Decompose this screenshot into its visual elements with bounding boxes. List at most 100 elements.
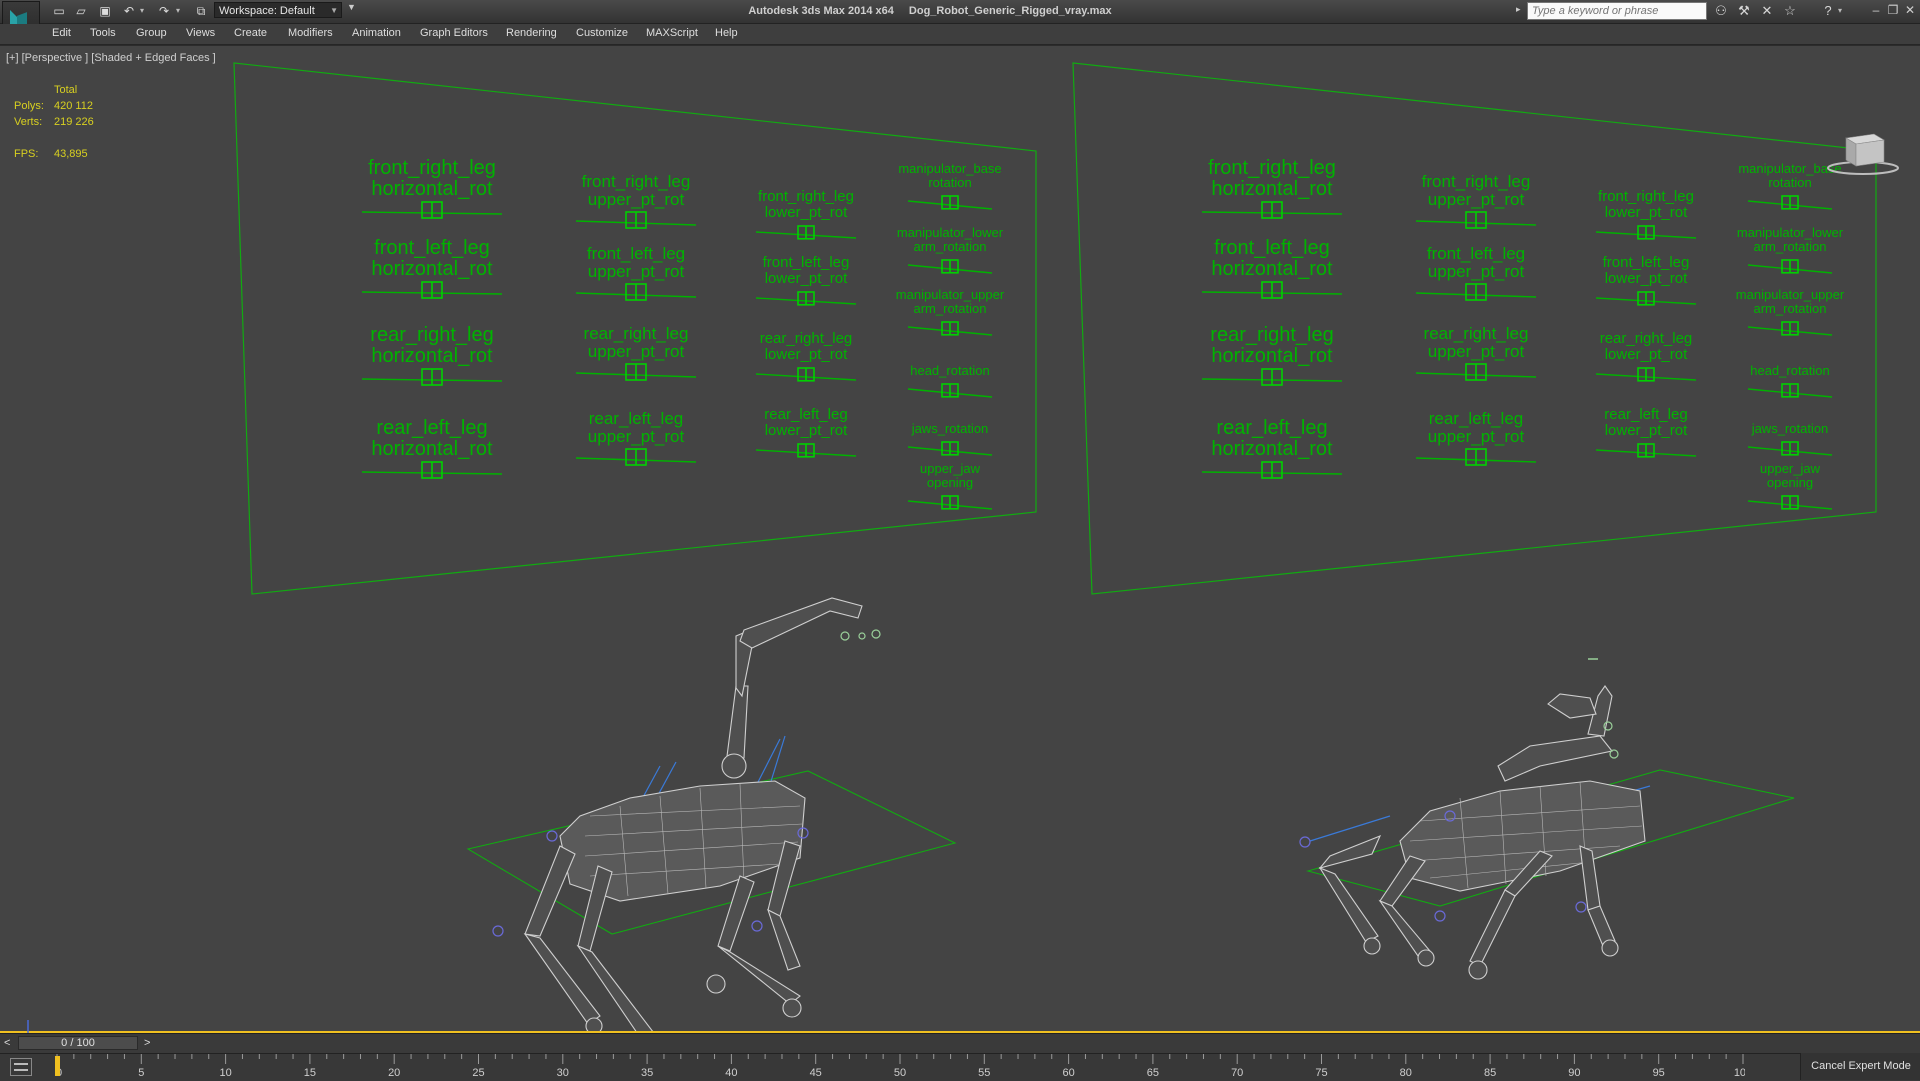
controller-label: front_left_leg upper_pt_rot (587, 244, 685, 281)
controller-label: front_left_leg lower_pt_rot (763, 254, 850, 287)
frame-tick-label: 35 (641, 1067, 653, 1079)
frame-ruler[interactable]: 0510152025303540455055606570758085909510… (55, 1054, 1745, 1081)
previous-frame-icon[interactable]: < (4, 1037, 10, 1049)
frame-tick-label: 25 (472, 1067, 484, 1079)
controller-label: jaws_rotation (1751, 421, 1829, 436)
control-panel-right: front_right_leg horizontal_rot front_left_… (1201, 157, 1845, 510)
controller-label: manipulator_lower arm_rotation (1737, 225, 1844, 254)
cancel-expert-mode-button[interactable]: Cancel Expert Mode (1800, 1053, 1920, 1080)
undo-icon[interactable]: ↶ (120, 3, 138, 19)
controller-label: front_right_leg horizontal_rot (1208, 157, 1336, 200)
frame-tick-label: 95 (1653, 1067, 1665, 1079)
perspective-viewport[interactable]: [+] [Perspective ] [Shaded + Edged Faces… (0, 45, 1920, 1043)
controller-label: head_rotation (910, 363, 990, 378)
controller-label: rear_left_leg horizontal_rot (1211, 417, 1333, 460)
controller-label: front_left_leg horizontal_rot (371, 237, 493, 280)
menu-create[interactable]: Create (234, 27, 267, 39)
quick-access-menu-icon[interactable]: ▼ (347, 2, 356, 12)
controller-label: manipulator_base rotation (898, 161, 1001, 190)
viewcube-icon[interactable] (1826, 130, 1900, 176)
menu-group[interactable]: Group (136, 27, 167, 39)
menu-customize[interactable]: Customize (576, 27, 628, 39)
controller-label: rear_right_leg horizontal_rot (370, 324, 493, 367)
controller-label: rear_left_leg lower_pt_rot (764, 406, 848, 439)
controller-label: manipulator_upper arm_rotation (896, 287, 1005, 316)
menu-modifiers[interactable]: Modifiers (288, 27, 333, 39)
open-mini-curve-editor-icon[interactable] (10, 1058, 32, 1076)
title-bar: ▭ ▱ ▣ ↶ ▾ ↷ ▾ ⧉ Workspace: Default ▼ ▼ A… (0, 0, 1920, 43)
redo-icon[interactable]: ↷ (155, 3, 173, 19)
frame-tick-label: 100 (1734, 1067, 1745, 1079)
menu-help[interactable]: Help (715, 27, 738, 39)
controller-label: rear_left_leg lower_pt_rot (1604, 406, 1688, 439)
frame-tick-label: 60 (1062, 1067, 1074, 1079)
frame-tick-label: 20 (388, 1067, 400, 1079)
minimize-icon[interactable]: – (1869, 2, 1883, 18)
scene-canvas[interactable]: front_right_leg horizontal_rot front_left_… (0, 46, 1920, 1031)
controller-label: rear_right_leg lower_pt_rot (760, 330, 853, 363)
help-dropdown-icon[interactable]: ▾ (1838, 3, 1842, 19)
menu-animation[interactable]: Animation (352, 27, 401, 39)
controller-label: rear_left_leg horizontal_rot (371, 417, 493, 460)
frame-tick-label: 10 (219, 1067, 231, 1079)
frame-tick-label: 5 (138, 1067, 144, 1079)
menu-rendering[interactable]: Rendering (506, 27, 557, 39)
redo-dropdown-icon[interactable]: ▾ (176, 3, 180, 19)
controller-label: manipulator_upper arm_rotation (1736, 287, 1845, 316)
frame-tick-label: 50 (894, 1067, 906, 1079)
menu-views[interactable]: Views (186, 27, 215, 39)
controller-label: head_rotation (1750, 363, 1830, 378)
controller-label: front_right_leg upper_pt_rot (1422, 172, 1531, 209)
open-file-icon[interactable]: ▱ (72, 3, 90, 19)
controller-label: rear_right_leg horizontal_rot (1210, 324, 1333, 367)
controller-label: manipulator_lower arm_rotation (897, 225, 1004, 254)
controller-label: rear_right_leg lower_pt_rot (1600, 330, 1693, 363)
controller-label: rear_right_leg upper_pt_rot (584, 324, 689, 361)
controller-label: upper_jaw opening (920, 461, 981, 490)
menu-graph-editors[interactable]: Graph Editors (420, 27, 488, 39)
track-bar[interactable]: 0510152025303540455055606570758085909510… (0, 1053, 1920, 1081)
current-frame-marker[interactable] (55, 1056, 60, 1076)
subscription-icon[interactable]: ⚒ (1735, 3, 1753, 19)
new-file-icon[interactable]: ▭ (50, 3, 68, 19)
controller-label: front_right_leg lower_pt_rot (758, 188, 854, 221)
menu-maxscript[interactable]: MAXScript (646, 27, 698, 39)
robot-dog-right[interactable] (1299, 658, 1795, 980)
restore-icon[interactable]: ❐ (1886, 2, 1900, 18)
help-icon[interactable]: ? (1819, 3, 1837, 19)
workspace-select[interactable]: Workspace: Default ▼ (214, 2, 342, 18)
time-slider[interactable]: < 0 / 100 > (0, 1033, 1920, 1054)
controller-label: front_right_leg lower_pt_rot (1598, 188, 1694, 221)
controller-label: front_right_leg upper_pt_rot (582, 172, 691, 209)
undo-dropdown-icon[interactable]: ▾ (140, 3, 144, 19)
save-file-icon[interactable]: ▣ (96, 3, 114, 19)
file-name: Dog_Robot_Generic_Rigged_vray.max (908, 5, 1112, 17)
frame-tick-label: 85 (1484, 1067, 1496, 1079)
frame-tick-label: 75 (1315, 1067, 1327, 1079)
favorites-star-icon[interactable]: ☆ (1781, 3, 1799, 19)
search-expand-icon[interactable]: ▸ (1516, 4, 1521, 15)
menu-edit[interactable]: Edit (52, 27, 71, 39)
frame-tick-label: 15 (304, 1067, 316, 1079)
close-icon[interactable]: ✕ (1903, 2, 1917, 18)
chevron-down-icon: ▼ (330, 6, 338, 15)
project-folder-icon[interactable]: ⧉ (192, 3, 210, 19)
controller-label: rear_left_leg upper_pt_rot (588, 409, 685, 446)
frame-tick-label: 65 (1147, 1067, 1159, 1079)
search-input[interactable] (1527, 2, 1707, 20)
robot-dog-left[interactable] (466, 597, 957, 1031)
binoculars-icon[interactable]: ⚇ (1712, 3, 1730, 19)
next-frame-icon[interactable]: > (144, 1037, 150, 1049)
controller-label: front_left_leg upper_pt_rot (1427, 244, 1525, 281)
time-slider-thumb[interactable]: 0 / 100 (18, 1036, 138, 1050)
menu-bar: Edit Tools Group Views Create Modifiers … (0, 24, 1920, 45)
frame-tick-label: 40 (725, 1067, 737, 1079)
menu-tools[interactable]: Tools (90, 27, 116, 39)
app-name: Autodesk 3ds Max 2014 x64 (748, 5, 894, 17)
frame-tick-label: 80 (1400, 1067, 1412, 1079)
controller-label: front_left_leg horizontal_rot (1211, 237, 1333, 280)
frame-tick-label: 70 (1231, 1067, 1243, 1079)
communication-center-icon[interactable]: ✕ (1758, 3, 1776, 19)
controller-label: rear_left_leg upper_pt_rot (1428, 409, 1525, 446)
frame-tick-label: 55 (978, 1067, 990, 1079)
